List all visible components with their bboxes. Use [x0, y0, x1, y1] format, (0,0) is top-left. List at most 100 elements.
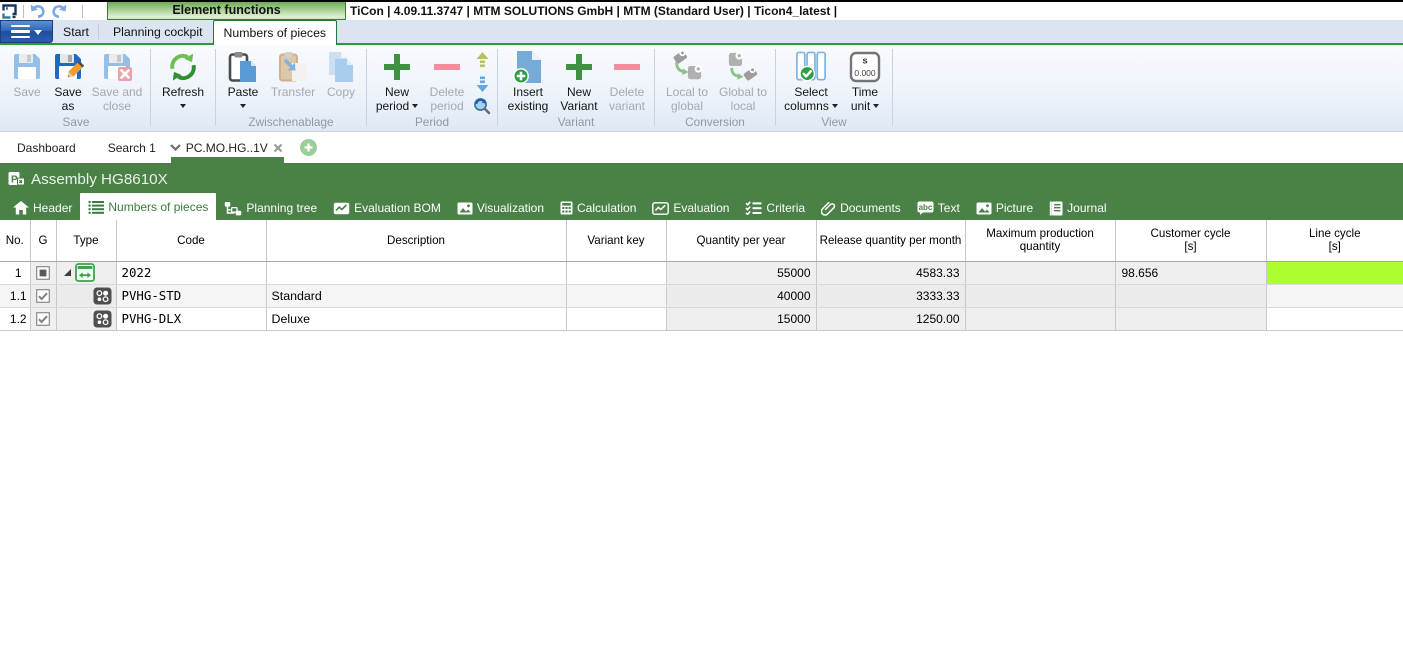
- cell-code[interactable]: 2022: [116, 261, 266, 284]
- window-title: TiCon | 4.09.11.3747 | MTM SOLUTIONS Gmb…: [350, 3, 837, 20]
- application-menu-button[interactable]: [0, 20, 53, 43]
- cell-customer-cycle[interactable]: [1115, 307, 1266, 330]
- col-header-type[interactable]: Type: [56, 220, 116, 261]
- grid-row-period[interactable]: 1: [0, 261, 1403, 284]
- panel-tab-text[interactable]: abc Text: [909, 196, 968, 220]
- select-columns-button[interactable]: Select columns: [780, 48, 842, 113]
- cell-customer-cycle[interactable]: [1115, 284, 1266, 307]
- grid-row-variant-std[interactable]: 1.1: [0, 284, 1403, 307]
- save-button[interactable]: Save: [6, 48, 48, 100]
- col-header-release-quantity[interactable]: Release quantity per month: [816, 220, 965, 261]
- transfer-button[interactable]: Transfer: [266, 48, 320, 100]
- cell-variant-key[interactable]: [566, 284, 666, 307]
- save-as-button[interactable]: Save as: [48, 48, 88, 113]
- col-header-description[interactable]: Description: [266, 220, 566, 261]
- global-to-local-button[interactable]: Global to local: [715, 48, 771, 113]
- cell-line-cycle[interactable]: [1266, 261, 1403, 284]
- panel-tab-header[interactable]: Header: [5, 196, 80, 220]
- panel-tab-criteria[interactable]: Criteria: [737, 196, 813, 220]
- expand-collapse-icon[interactable]: [63, 268, 72, 277]
- redo-button[interactable]: [51, 4, 67, 19]
- button-label: Refresh: [155, 86, 211, 100]
- col-header-max-production[interactable]: Maximum productionquantity: [965, 220, 1115, 261]
- cell-variant-key[interactable]: [566, 261, 666, 284]
- ribbon-group-separator: [150, 49, 151, 126]
- col-header-code[interactable]: Code: [116, 220, 266, 261]
- move-down-button[interactable]: [473, 73, 491, 93]
- button-label: Save and close: [88, 86, 146, 113]
- cell-quantity-per-year: 15000: [666, 307, 816, 330]
- panel-tab-label: Evaluation BOM: [354, 201, 441, 215]
- cell-g[interactable]: [30, 284, 56, 307]
- undo-button[interactable]: [30, 4, 46, 19]
- panel-tab-label: Header: [33, 201, 72, 215]
- panel-tab-evaluation-bom[interactable]: Evaluation BOM: [325, 196, 449, 220]
- local-to-global-button[interactable]: Local to global: [659, 48, 715, 113]
- panel-tab-documents[interactable]: Documents: [813, 196, 909, 220]
- cell-variant-key[interactable]: [566, 307, 666, 330]
- zoom-button[interactable]: [473, 96, 491, 116]
- ribbon-group-conversion: Local to global: [657, 45, 773, 131]
- checkbox-checked[interactable]: [36, 289, 50, 303]
- contextual-tab-element-functions[interactable]: Element functions: [107, 2, 346, 20]
- cell-customer-cycle[interactable]: 98.656: [1115, 261, 1266, 284]
- panel-tab-visualization[interactable]: Visualization: [449, 196, 552, 220]
- move-up-button[interactable]: [473, 50, 491, 70]
- cell-description[interactable]: [266, 261, 566, 284]
- panel-tab-evaluation[interactable]: Evaluation: [644, 196, 737, 220]
- time-unit-button[interactable]: s 0.000 Time unit: [842, 48, 888, 113]
- cell-code[interactable]: PVHG-STD: [116, 284, 266, 307]
- new-period-button[interactable]: New period: [371, 48, 423, 113]
- close-icon[interactable]: [273, 143, 283, 153]
- col-header-variant-key[interactable]: Variant key: [566, 220, 666, 261]
- delete-variant-button[interactable]: Delete variant: [604, 48, 650, 113]
- doc-tab-search-1[interactable]: Search 1: [91, 132, 162, 163]
- cell-code[interactable]: PVHG-DLX: [116, 307, 266, 330]
- new-variant-button[interactable]: New Variant: [554, 48, 604, 113]
- redo-icon: [51, 4, 67, 18]
- delete-period-button[interactable]: Delete period: [423, 48, 471, 113]
- checkbox-indeterminate[interactable]: [36, 266, 50, 280]
- ribbon: Save: [0, 45, 1403, 132]
- new-tab-button[interactable]: [300, 139, 317, 156]
- cell-line-cycle[interactable]: [1266, 284, 1403, 307]
- grid-row-variant-dlx[interactable]: 1.2: [0, 307, 1403, 330]
- ribbon-tab-start[interactable]: Start: [53, 20, 98, 43]
- panel-tab-numbers-of-pieces[interactable]: Numbers of pieces: [80, 193, 216, 220]
- page-plus-icon: [512, 50, 544, 84]
- chart-box-icon: [333, 202, 350, 215]
- cell-g[interactable]: [30, 261, 56, 284]
- copy-button[interactable]: Copy: [320, 48, 362, 100]
- cell-description[interactable]: Standard: [266, 284, 566, 307]
- panel-tab-calculation[interactable]: Calculation: [552, 196, 644, 220]
- col-header-customer-cycle[interactable]: Customer cycle[s]: [1115, 220, 1266, 261]
- panel-tab-picture[interactable]: Picture: [968, 196, 1041, 220]
- panel-tab-label: Calculation: [577, 201, 636, 215]
- house-icon: [13, 201, 29, 215]
- insert-existing-button[interactable]: Insert existing: [502, 48, 554, 113]
- pieces-grid: No. G Type Code Description Variant key …: [0, 220, 1403, 331]
- cell-description[interactable]: Deluxe: [266, 307, 566, 330]
- svg-text:0.000: 0.000: [854, 68, 876, 78]
- checkbox-checked[interactable]: [36, 312, 50, 326]
- button-label: Insert existing: [502, 86, 554, 113]
- col-header-g[interactable]: G: [30, 220, 56, 261]
- col-header-no[interactable]: No.: [0, 220, 30, 261]
- columns-check-icon: [795, 50, 827, 84]
- panel-tab-journal[interactable]: Journal: [1041, 196, 1114, 220]
- col-header-quantity-per-year[interactable]: Quantity per year: [666, 220, 816, 261]
- ribbon-tab-numbers-of-pieces[interactable]: Numbers of pieces: [213, 20, 338, 45]
- paste-button[interactable]: Paste: [220, 48, 266, 108]
- col-header-line-cycle[interactable]: Line cycle[s]: [1266, 220, 1403, 261]
- floppy-close-icon: [101, 50, 133, 84]
- refresh-button[interactable]: Refresh: [155, 48, 211, 108]
- cell-line-cycle[interactable]: [1266, 307, 1403, 330]
- doc-tab-dashboard[interactable]: Dashboard: [0, 132, 91, 163]
- cell-g[interactable]: [30, 307, 56, 330]
- ribbon-group-label: Zwischenablage: [220, 116, 362, 131]
- ribbon-tab-planning-cockpit[interactable]: Planning cockpit: [99, 20, 213, 43]
- panel-tab-planning-tree[interactable]: Planning tree: [216, 196, 325, 220]
- undo-icon: [30, 4, 46, 18]
- panel-tab-label: Evaluation: [673, 201, 729, 215]
- save-and-close-button[interactable]: Save and close: [88, 48, 146, 113]
